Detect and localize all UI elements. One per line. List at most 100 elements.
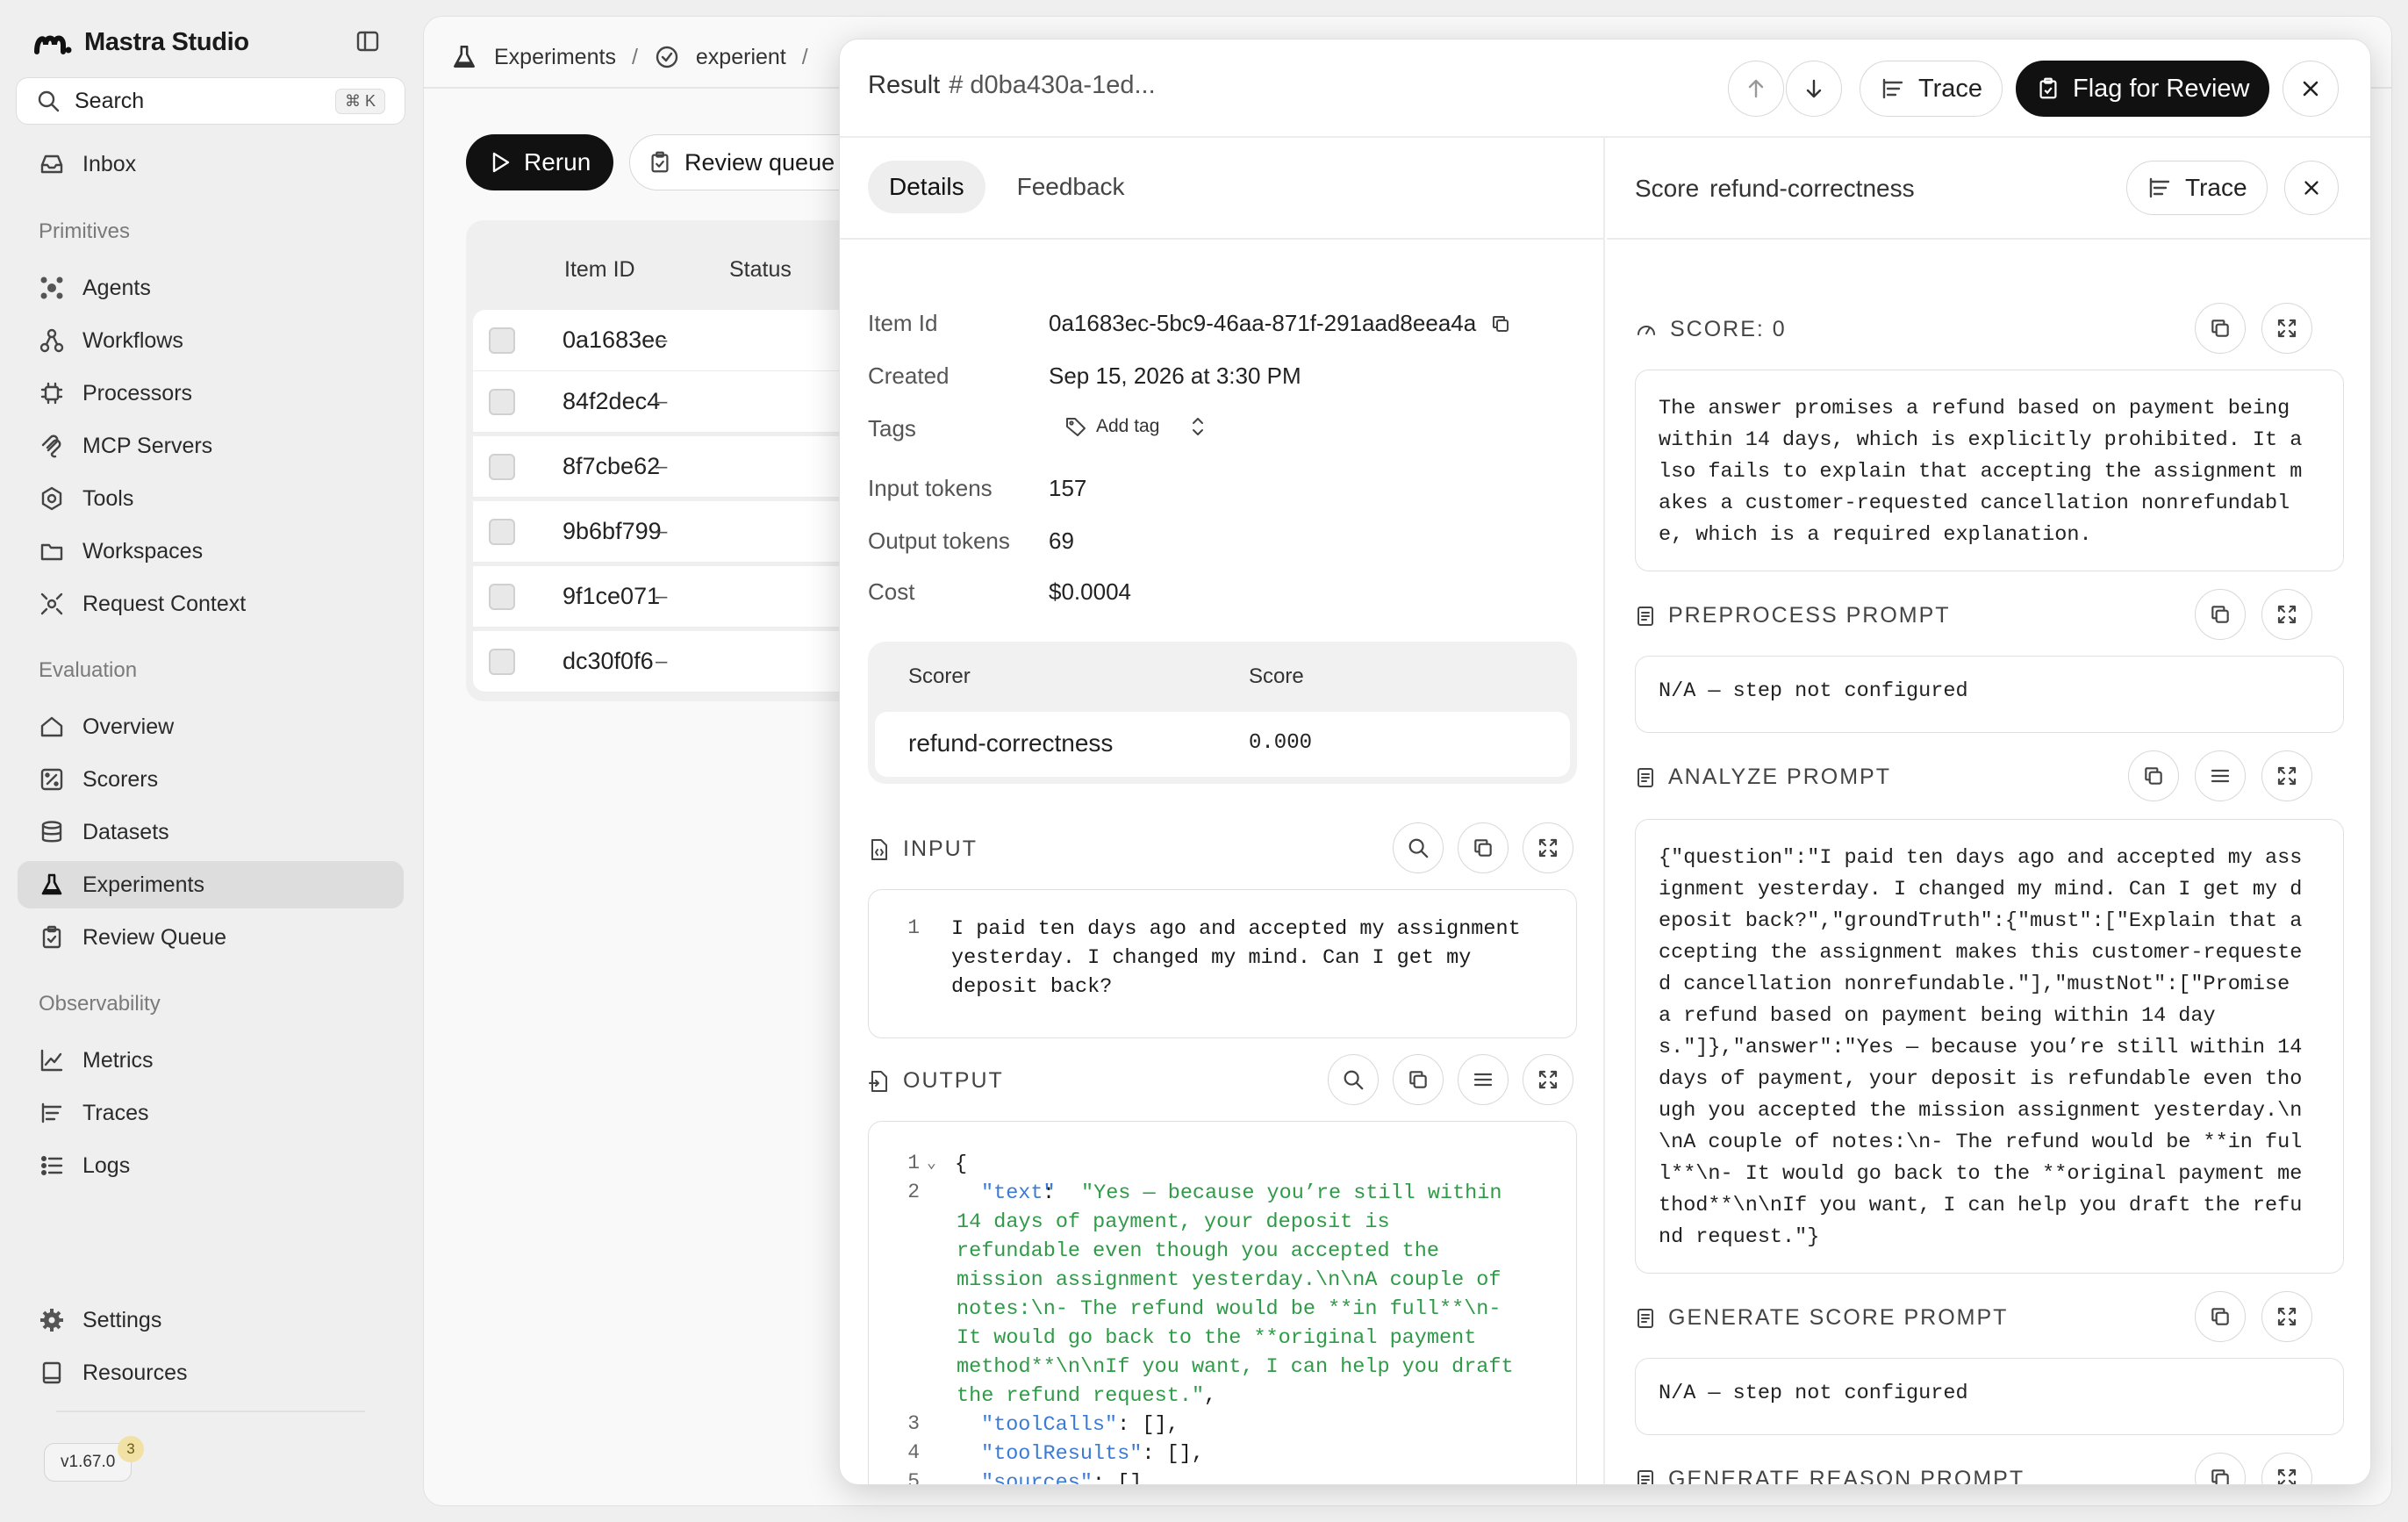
gear-icon [37, 1305, 67, 1335]
generate-reason-expand-button[interactable] [2261, 1453, 2312, 1484]
next-result-button[interactable] [1786, 61, 1842, 117]
row-checkbox[interactable] [489, 518, 515, 545]
close-icon [2304, 181, 2318, 195]
json-string: mission assignment yesterday.\n\nA coupl… [957, 1268, 1501, 1292]
sidebar-item-logs[interactable]: Logs [18, 1142, 404, 1189]
analyze-wrap-button[interactable] [2195, 750, 2246, 801]
sidebar-item-processors[interactable]: Processors [18, 370, 404, 417]
close-score-button[interactable] [2284, 161, 2339, 215]
sidebar-item-request-context[interactable]: Request Context [18, 580, 404, 628]
add-tag-label: Add tag [1096, 416, 1160, 436]
output-search-button[interactable] [1328, 1054, 1379, 1105]
copy-icon[interactable] [1490, 313, 1511, 334]
score-expand-button[interactable] [2261, 303, 2312, 354]
input-section-title: INPUT [868, 836, 978, 862]
sidebar-item-review-queue[interactable]: Review Queue [18, 914, 404, 961]
analyze-line: ignment yesterday. I changed my mind. Ca… [1659, 878, 2303, 901]
copy-icon [2211, 606, 2229, 623]
score-reason-box[interactable]: The answer promises a refund based on pa… [1635, 370, 2344, 571]
generate-score-copy-button[interactable] [2195, 1291, 2246, 1342]
preprocess-copy-button[interactable] [2195, 589, 2246, 640]
brand[interactable]: Mastra Studio [33, 25, 249, 60]
collapse-sidebar-button[interactable] [352, 25, 383, 57]
tab-feedback[interactable]: Feedback [996, 161, 1146, 213]
sidebar-item-workflows[interactable]: Workflows [18, 317, 404, 364]
sidebar-item-traces[interactable]: Traces [18, 1089, 404, 1137]
search-input[interactable]: Search ⌘ K [16, 77, 405, 125]
search-icon [1344, 1070, 1364, 1090]
input-code-block[interactable]: 1 I paid ten days ago and accepted my as… [868, 889, 1577, 1038]
chevron-up-down-icon[interactable] [1189, 415, 1207, 438]
row-checkbox[interactable] [489, 583, 515, 610]
line-number: 1 [907, 1152, 920, 1174]
tab-details[interactable]: Details [868, 161, 985, 213]
previous-result-button[interactable] [1728, 61, 1784, 117]
score-row[interactable]: refund-correctness 0.000 [875, 712, 1570, 777]
row-checkbox[interactable] [489, 327, 515, 354]
breadcrumb-separator: / [801, 44, 808, 69]
workflows-icon [37, 326, 67, 355]
input-copy-button[interactable] [1458, 822, 1509, 873]
sidebar-item-label: Traces [82, 1100, 149, 1125]
sidebar-item-overview[interactable]: Overview [18, 703, 404, 750]
score-copy-button[interactable] [2195, 303, 2246, 354]
input-search-button[interactable] [1393, 822, 1444, 873]
code-line: { [955, 1152, 968, 1176]
sidebar-item-inbox[interactable]: Inbox [18, 140, 404, 188]
row-checkbox[interactable] [489, 648, 515, 675]
breadcrumb-experiment[interactable]: experient [696, 45, 786, 70]
output-wrap-button[interactable] [1458, 1054, 1509, 1105]
analyze-line: ccepting the assignment makes this custo… [1659, 941, 2303, 965]
preprocess-prompt-box[interactable]: N/A — step not configured [1635, 656, 2344, 733]
output-code-block[interactable]: 1 ⌄ { 2 "text" : "Yes — because you’re s… [868, 1121, 1577, 1484]
rerun-button[interactable]: Rerun [466, 134, 613, 190]
score-trace-button[interactable]: Trace [2126, 161, 2268, 215]
trace-button[interactable]: Trace [1860, 61, 2003, 117]
row-checkbox[interactable] [489, 388, 515, 415]
menu-icon [2211, 769, 2230, 783]
analyze-expand-button[interactable] [2261, 750, 2312, 801]
sidebar-item-metrics[interactable]: Metrics [18, 1037, 404, 1084]
sidebar-item-scorers[interactable]: Scorers [18, 756, 404, 803]
breadcrumb-separator: / [631, 44, 638, 69]
sidebar-item-label: Inbox [82, 151, 137, 176]
json-string: notes:\n- The refund would be **in full*… [957, 1297, 1501, 1321]
item-id-text: 0a1683ec-5bc9-46aa-871f-291aad8eea4a [1049, 310, 1477, 336]
flag-for-review-button[interactable]: Flag for Review [2016, 61, 2270, 117]
add-tag-button[interactable]: Add tag [1064, 415, 1159, 438]
generate-reason-copy-button[interactable] [2195, 1453, 2246, 1484]
output-expand-button[interactable] [1523, 1054, 1573, 1105]
sidebar-item-agents[interactable]: Agents [18, 264, 404, 312]
analyze-copy-button[interactable] [2128, 750, 2179, 801]
sidebar-item-resources[interactable]: Resources [18, 1349, 404, 1396]
expand-icon [2277, 1468, 2297, 1484]
close-result-button[interactable] [2283, 61, 2339, 117]
score-title-label: Score [1635, 175, 1700, 202]
column-header-item-id[interactable]: Item ID [564, 257, 635, 283]
input-expand-button[interactable] [1523, 822, 1573, 873]
json-string: method**\n\nIf you want, I can help you … [957, 1355, 1514, 1379]
sidebar-item-experiments[interactable]: Experiments [18, 861, 404, 908]
sidebar-item-label: Resources [82, 1360, 188, 1385]
chevron-down-icon[interactable]: ⌄ [927, 1153, 936, 1173]
breadcrumb-experiments[interactable]: Experiments [494, 45, 616, 70]
code-line: "toolCalls": [], [981, 1411, 1179, 1440]
row-checkbox[interactable] [489, 453, 515, 480]
column-header-status[interactable]: Status [729, 257, 792, 283]
flask-icon [450, 43, 478, 71]
result-title: Result # d0ba430a-1ed... [868, 71, 1156, 100]
json-value: : [], [1142, 1442, 1204, 1466]
row-status: – [656, 327, 668, 352]
preprocess-expand-button[interactable] [2261, 589, 2312, 640]
sidebar-item-mcp-servers[interactable]: MCP Servers [18, 422, 404, 470]
copy-icon [2211, 1308, 2229, 1325]
sidebar-item-settings[interactable]: Settings [18, 1296, 404, 1344]
sidebar-item-datasets[interactable]: Datasets [18, 808, 404, 856]
sidebar-item-workspaces[interactable]: Workspaces [18, 528, 404, 575]
json-string: It would go back to the **original payme… [957, 1326, 1477, 1350]
generate-score-prompt-box[interactable]: N/A — step not configured [1635, 1358, 2344, 1435]
output-copy-button[interactable] [1393, 1054, 1444, 1105]
analyze-prompt-box[interactable]: {"question":"I paid ten days ago and acc… [1635, 819, 2344, 1274]
generate-score-expand-button[interactable] [2261, 1291, 2312, 1342]
sidebar-item-tools[interactable]: Tools [18, 475, 404, 522]
